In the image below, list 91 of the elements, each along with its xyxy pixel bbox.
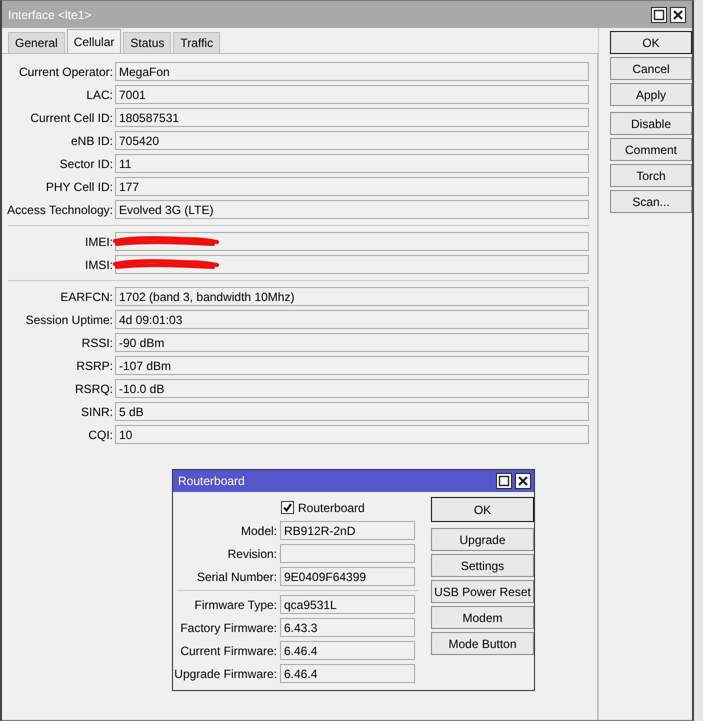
field-label: RSRQ: — [74, 382, 114, 396]
field-label: LAC: — [85, 88, 114, 102]
field-label: Model: — [240, 524, 278, 538]
action-button[interactable]: Settings — [431, 554, 534, 577]
field-value: -10.0 dB — [119, 382, 164, 396]
field[interactable]: 7001 — [115, 85, 589, 104]
field-label: Access Technology: — [6, 202, 114, 216]
maximize-icon[interactable] — [496, 473, 512, 489]
field-value: 180587531 — [119, 110, 180, 124]
field[interactable]: 10 — [115, 425, 589, 444]
action-button[interactable]: Mode Button — [431, 632, 534, 655]
field-label: RSSI: — [80, 336, 114, 350]
field-label: Session Uptime: — [24, 312, 114, 326]
field[interactable]: 4d 09:01:03 — [115, 310, 589, 329]
field[interactable] — [115, 232, 589, 251]
tab[interactable]: General — [8, 32, 65, 53]
field-value: 10 — [119, 428, 132, 442]
field[interactable]: RB912R-2nD — [280, 521, 415, 540]
field-label: CQI: — [87, 428, 114, 442]
action-button[interactable]: USB Power Reset — [431, 580, 534, 603]
action-button[interactable]: OK — [431, 497, 534, 522]
field-label: IMEI: — [84, 234, 114, 248]
field-label: Upgrade Firmware: — [173, 666, 278, 680]
field[interactable]: Evolved 3G (LTE) — [115, 200, 589, 219]
field-label: EARFCN: — [59, 290, 114, 304]
field-label: Current Firmware: — [179, 644, 278, 658]
field[interactable]: 177 — [115, 177, 589, 196]
field[interactable]: qca9531L — [280, 595, 415, 614]
field-label: Serial Number: — [196, 570, 278, 584]
tab[interactable]: Cellular — [66, 29, 122, 53]
field[interactable]: 6.43.3 — [280, 618, 415, 637]
field[interactable] — [280, 544, 415, 563]
field[interactable]: 6.46.4 — [280, 641, 415, 660]
action-button[interactable]: Torch — [610, 164, 692, 187]
field[interactable] — [115, 255, 589, 274]
field[interactable]: MegaFon — [115, 62, 589, 81]
field-value: 11 — [119, 156, 132, 170]
field[interactable]: -10.0 dB — [115, 379, 589, 398]
field-value: qca9531L — [284, 598, 337, 612]
tab[interactable]: Traffic — [173, 32, 220, 53]
field-label: IMSI: — [84, 258, 114, 272]
field-value: 6.46.4 — [284, 644, 318, 658]
action-button[interactable]: Apply — [610, 83, 692, 106]
field-value: 6.43.3 — [284, 620, 318, 634]
field-value: 9E0409F64399 — [284, 570, 366, 584]
field-label: Current Cell ID: — [29, 110, 114, 124]
field[interactable]: 6.46.4 — [280, 664, 415, 683]
action-button[interactable]: Disable — [610, 112, 692, 135]
field[interactable]: 180587531 — [115, 108, 589, 127]
field-label: PHY Cell ID: — [44, 180, 114, 194]
window-title: Interface <lte1> — [8, 8, 92, 22]
field[interactable]: 705420 — [115, 131, 589, 150]
action-button[interactable]: Comment — [610, 138, 692, 161]
action-button[interactable]: Upgrade — [431, 528, 534, 551]
field-value: 4d 09:01:03 — [119, 312, 182, 326]
checkbox-label: Routerboard — [298, 500, 365, 514]
field-label: Sector ID: — [58, 156, 114, 170]
field-label: Factory Firmware: — [179, 620, 278, 634]
checkbox[interactable] — [281, 501, 294, 514]
field-value: 7001 — [119, 88, 146, 102]
field-value: RB912R-2nD — [284, 524, 356, 538]
close-icon[interactable] — [670, 6, 686, 22]
field-value: 1702 (band 3, bandwidth 10Mhz) — [119, 290, 294, 304]
field-label: SINR: — [80, 404, 114, 418]
field[interactable]: -107 dBm — [115, 356, 589, 375]
field[interactable]: -90 dBm — [115, 333, 589, 352]
field-value: Evolved 3G (LTE) — [119, 202, 214, 216]
field-value: MegaFon — [119, 64, 170, 78]
action-button[interactable]: Scan... — [610, 190, 692, 213]
field-label: Revision: — [226, 546, 278, 560]
field-value: 177 — [119, 180, 140, 194]
tab[interactable]: Status — [123, 32, 172, 53]
field-label: RSRP: — [75, 358, 114, 372]
field[interactable]: 5 dB — [115, 402, 589, 421]
field[interactable]: 9E0409F64399 — [280, 567, 415, 586]
field-value: 6.46.4 — [284, 666, 318, 680]
field-value: -107 dBm — [119, 358, 172, 372]
field-label: Current Operator: — [18, 64, 114, 78]
field-label: Firmware Type: — [194, 598, 278, 612]
field-value: -90 dBm — [119, 336, 164, 350]
field-value: 705420 — [119, 134, 160, 148]
field-label: eNB ID: — [70, 134, 114, 148]
field-value: 5 dB — [119, 404, 144, 418]
field[interactable]: 1702 (band 3, bandwidth 10Mhz) — [115, 287, 589, 306]
action-button[interactable]: Cancel — [610, 57, 692, 80]
close-icon[interactable] — [515, 473, 531, 489]
action-button[interactable]: Modem — [431, 606, 534, 629]
action-button[interactable]: OK — [610, 31, 692, 54]
maximize-icon[interactable] — [651, 6, 667, 22]
field[interactable]: 11 — [115, 154, 589, 173]
window-title: Routerboard — [178, 474, 245, 488]
